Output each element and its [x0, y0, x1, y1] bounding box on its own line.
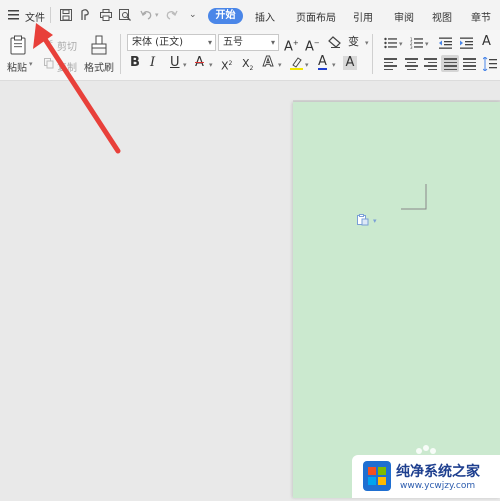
document-page[interactable]: ▾ — [293, 102, 500, 498]
tab-review[interactable]: 审阅 — [394, 9, 414, 24]
strikethrough-icon[interactable]: A — [195, 56, 204, 70]
pinyin-guide-icon[interactable]: 变 — [348, 35, 359, 49]
scissors-icon[interactable]: ✂ — [45, 37, 53, 48]
superscript-icon[interactable]: X2 — [221, 57, 232, 74]
print-preview-icon[interactable] — [119, 9, 131, 21]
character-shading-icon[interactable]: A — [343, 56, 357, 70]
format-painter-icon[interactable] — [90, 35, 108, 55]
tab-start[interactable]: 开始 — [208, 8, 243, 24]
format-painter-button[interactable]: 格式刷 — [84, 59, 114, 74]
decrease-indent-icon[interactable] — [439, 37, 452, 49]
paste-options-dropdown-icon[interactable]: ▾ — [373, 217, 377, 225]
justify-icon — [444, 58, 457, 70]
copy-icon[interactable] — [44, 58, 54, 69]
underline-icon[interactable]: U — [170, 56, 180, 70]
bullet-list-icon[interactable] — [384, 37, 397, 49]
tab-page-layout[interactable]: 页面布局 — [296, 9, 336, 24]
export-pdf-icon[interactable] — [80, 9, 92, 21]
margin-corner-marker — [401, 184, 427, 210]
watermark-logo: 纯净系统之家 www.ycwjzy.com — [352, 455, 500, 498]
divider — [372, 34, 373, 74]
watermark-url: www.ycwjzy.com — [400, 481, 476, 491]
strikethrough-dropdown-icon[interactable]: ▾ — [209, 61, 213, 69]
watermark-title: 纯净系统之家 — [396, 464, 480, 480]
font-name-select[interactable]: 宋体 (正文) ▾ — [127, 34, 216, 51]
font-name-value: 宋体 (正文) — [132, 37, 183, 48]
font-color-icon[interactable]: A — [318, 55, 327, 70]
bullet-dropdown-icon[interactable]: ▾ — [399, 40, 403, 48]
increase-indent-icon[interactable] — [460, 37, 473, 49]
highlight-dropdown-icon[interactable]: ▾ — [305, 61, 309, 69]
highlight-icon[interactable] — [290, 57, 303, 70]
text-effect-icon[interactable]: A — [262, 55, 273, 70]
line-spacing-icon[interactable] — [482, 56, 497, 72]
tab-section[interactable]: 章节 — [471, 9, 491, 24]
align-center-icon[interactable] — [405, 58, 418, 70]
paw-decoration-icon — [414, 443, 440, 459]
chinese-layout-icon[interactable]: A — [482, 35, 491, 49]
tab-insert[interactable]: 插入 — [255, 9, 275, 24]
copy-button[interactable]: 复制 — [57, 59, 77, 74]
cut-button[interactable]: 剪切 — [57, 38, 77, 53]
windows-logo-icon — [363, 461, 391, 491]
paste-button[interactable]: 粘贴 — [7, 59, 27, 74]
divider — [50, 7, 51, 23]
shrink-font-icon[interactable]: A− — [305, 36, 320, 54]
font-size-select[interactable]: 五号 ▾ — [218, 34, 279, 51]
clear-format-icon[interactable] — [328, 36, 341, 48]
align-right-icon[interactable] — [424, 58, 437, 70]
numbered-list-icon[interactable]: 123 — [410, 37, 423, 50]
redo-icon[interactable] — [166, 9, 178, 21]
distributed-icon[interactable] — [463, 58, 476, 70]
undo-icon[interactable] — [140, 9, 152, 21]
menu-tab-bar: 文件 ▾ ⌄ 开始 插入 页面布局 引用 审阅 视图 章节 — [0, 0, 500, 30]
paste-icon[interactable] — [10, 35, 28, 55]
text-effect-dropdown-icon[interactable]: ▾ — [278, 61, 282, 69]
save-icon[interactable] — [60, 9, 72, 21]
chevron-down-icon: ▾ — [207, 38, 212, 47]
italic-icon[interactable]: I — [150, 56, 155, 70]
subscript-icon[interactable]: X2 — [242, 57, 253, 76]
ribbon-toolbar: 粘贴 ▾ ✂ 剪切 复制 格式刷 宋体 (正文) ▾ 五号 ▾ A+ A− 变 … — [0, 30, 500, 81]
chevron-down-icon: ▾ — [270, 38, 275, 47]
pinyin-dropdown-icon[interactable]: ▾ — [365, 39, 369, 47]
grow-font-icon[interactable]: A+ — [284, 36, 299, 54]
font-color-dropdown-icon[interactable]: ▾ — [332, 61, 336, 69]
numbering-dropdown-icon[interactable]: ▾ — [425, 40, 429, 48]
divider — [120, 34, 121, 74]
underline-dropdown-icon[interactable]: ▾ — [183, 61, 187, 69]
customize-toolbar-icon[interactable]: ⌄ — [189, 10, 197, 20]
print-icon[interactable] — [100, 9, 112, 21]
align-left-icon[interactable] — [384, 58, 397, 70]
font-size-value: 五号 — [223, 37, 243, 48]
paste-options-icon[interactable] — [357, 214, 369, 226]
tab-view[interactable]: 视图 — [432, 9, 452, 24]
file-menu[interactable]: 文件 — [25, 9, 45, 24]
menu-icon[interactable] — [8, 10, 19, 20]
tab-reference[interactable]: 引用 — [353, 9, 373, 24]
undo-dropdown-icon[interactable]: ▾ — [155, 11, 159, 19]
paste-dropdown-icon[interactable]: ▾ — [29, 60, 33, 68]
svg-text:3: 3 — [410, 45, 413, 49]
bold-icon[interactable]: B — [130, 56, 140, 70]
